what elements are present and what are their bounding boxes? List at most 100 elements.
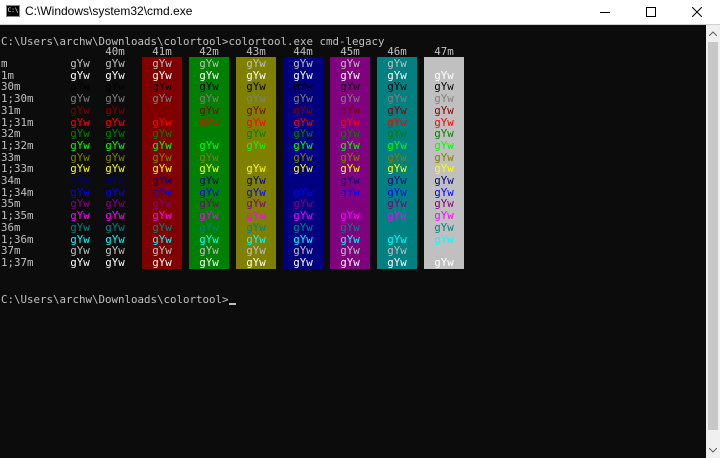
scrollbar-thumb[interactable] [708,42,718,430]
color-sample-cell: gYw [70,80,90,94]
color-sample-cell: gYw [70,150,90,164]
color-sample-cell: gYw [293,127,313,141]
color-sample-cell: gYw [387,162,407,176]
color-sample-cell: gYw [246,80,266,94]
title-bar[interactable]: C:\ C:\Windows\system32\cmd.exe [0,0,720,25]
color-sample-cell: gYw [152,220,172,234]
color-sample-cell: gYw [387,127,407,141]
color-sample-cell: gYw [70,197,90,211]
color-sample-cell: gYw [293,255,313,269]
color-sample-cell: gYw [293,244,313,258]
color-sample-cell: gYw [293,68,313,82]
color-sample-cell: gYw [199,138,219,152]
color-sample-cell: gYw [434,80,454,94]
color-sample-cell: gYw [387,150,407,164]
color-sample-cell: gYw [246,138,266,152]
row-label: 1;32m [1,138,34,152]
color-sample-cell: gYw [105,80,125,94]
color-sample-cell: gYw [105,138,125,152]
color-sample-cell: gYw [152,68,172,82]
minimize-button[interactable] [582,0,628,24]
color-sample-cell: gYw [105,115,125,129]
color-sample-cell: gYw [70,185,90,199]
color-sample-cell: gYw [434,185,454,199]
color-sample-cell: gYw [293,220,313,234]
color-sample-cell: gYw [434,220,454,234]
color-sample-cell: gYw [246,150,266,164]
color-sample-cell: gYw [434,103,454,117]
color-sample-cell: gYw [434,115,454,129]
console-output[interactable]: C:\Users\archw\Downloads\colortool>color… [0,25,706,458]
color-sample-cell: gYw [70,220,90,234]
color-sample-cell: gYw [434,174,454,187]
color-sample-cell: gYw [340,115,360,129]
color-sample-cell: gYw [434,92,454,106]
color-sample-cell: gYw [434,150,454,164]
color-sample-cell: gYw [340,138,360,152]
color-sample-cell: gYw [246,68,266,82]
color-sample-cell: gYw [152,232,172,246]
maximize-button[interactable] [628,0,674,24]
color-sample-cell: gYw [152,92,172,106]
row-label: 35m [1,197,21,211]
color-sample-cell: gYw [152,185,172,199]
color-sample-cell: gYw [293,197,313,211]
color-sample-cell: gYw [152,103,172,117]
color-sample-cell: gYw [105,197,125,211]
color-sample-cell: gYw [434,255,454,269]
color-sample-cell: gYw [246,57,266,70]
scroll-up-button[interactable] [706,25,720,41]
color-sample-cell: gYw [105,232,125,246]
row-label: m [1,57,8,70]
text-cursor [228,303,236,305]
color-sample-cell: gYw [70,57,90,70]
color-sample-cell: gYw [293,103,313,117]
color-sample-cell: gYw [199,127,219,141]
color-sample-cell: gYw [246,220,266,234]
color-sample-cell: gYw [387,115,407,129]
color-sample-cell: gYw [199,115,219,129]
color-sample-cell: gYw [293,209,313,223]
vertical-scrollbar[interactable] [706,25,720,458]
color-sample-cell: gYw [105,92,125,106]
row-label: 31m [1,103,21,117]
color-sample-cell: gYw [434,209,454,223]
color-sample-cell: gYw [387,68,407,82]
color-sample-cell: gYw [434,138,454,152]
cmd-app-icon[interactable]: C:\ [6,5,20,17]
color-sample-cell: gYw [340,197,360,211]
color-sample-cell: gYw [246,209,266,223]
color-sample-cell: gYw [246,232,266,246]
color-sample-cell: gYw [70,127,90,141]
color-sample-cell: gYw [434,232,454,246]
minimize-icon [600,12,610,13]
color-sample-cell: gYw [105,209,125,223]
color-sample-cell: gYw [340,80,360,94]
color-sample-cell: gYw [340,162,360,176]
color-sample-cell: gYw [70,232,90,246]
color-sample-cell: gYw [105,220,125,234]
color-sample-cell: gYw [105,185,125,199]
color-sample-cell: gYw [70,209,90,223]
color-sample-cell: gYw [340,232,360,246]
color-sample-cell: gYw [340,209,360,223]
column-header: 46m [387,45,407,58]
close-button[interactable] [674,0,720,24]
color-sample-cell: gYw [293,174,313,187]
color-sample-cell: gYw [105,57,125,70]
maximize-icon [646,7,656,17]
color-sample-cell: gYw [293,185,313,199]
color-sample-cell: gYw [70,103,90,117]
color-sample-cell: gYw [340,150,360,164]
color-sample-cell: gYw [105,174,125,187]
color-sample-cell: gYw [387,197,407,211]
color-sample-cell: gYw [246,92,266,106]
column-header: 47m [434,45,454,58]
column-header: 44m [293,45,313,58]
color-sample-cell: gYw [246,255,266,269]
scroll-down-button[interactable] [706,442,720,458]
color-sample-cell: gYw [387,185,407,199]
chevron-up-icon [709,30,717,36]
color-sample-cell: gYw [199,80,219,94]
color-sample-cell: gYw [293,232,313,246]
